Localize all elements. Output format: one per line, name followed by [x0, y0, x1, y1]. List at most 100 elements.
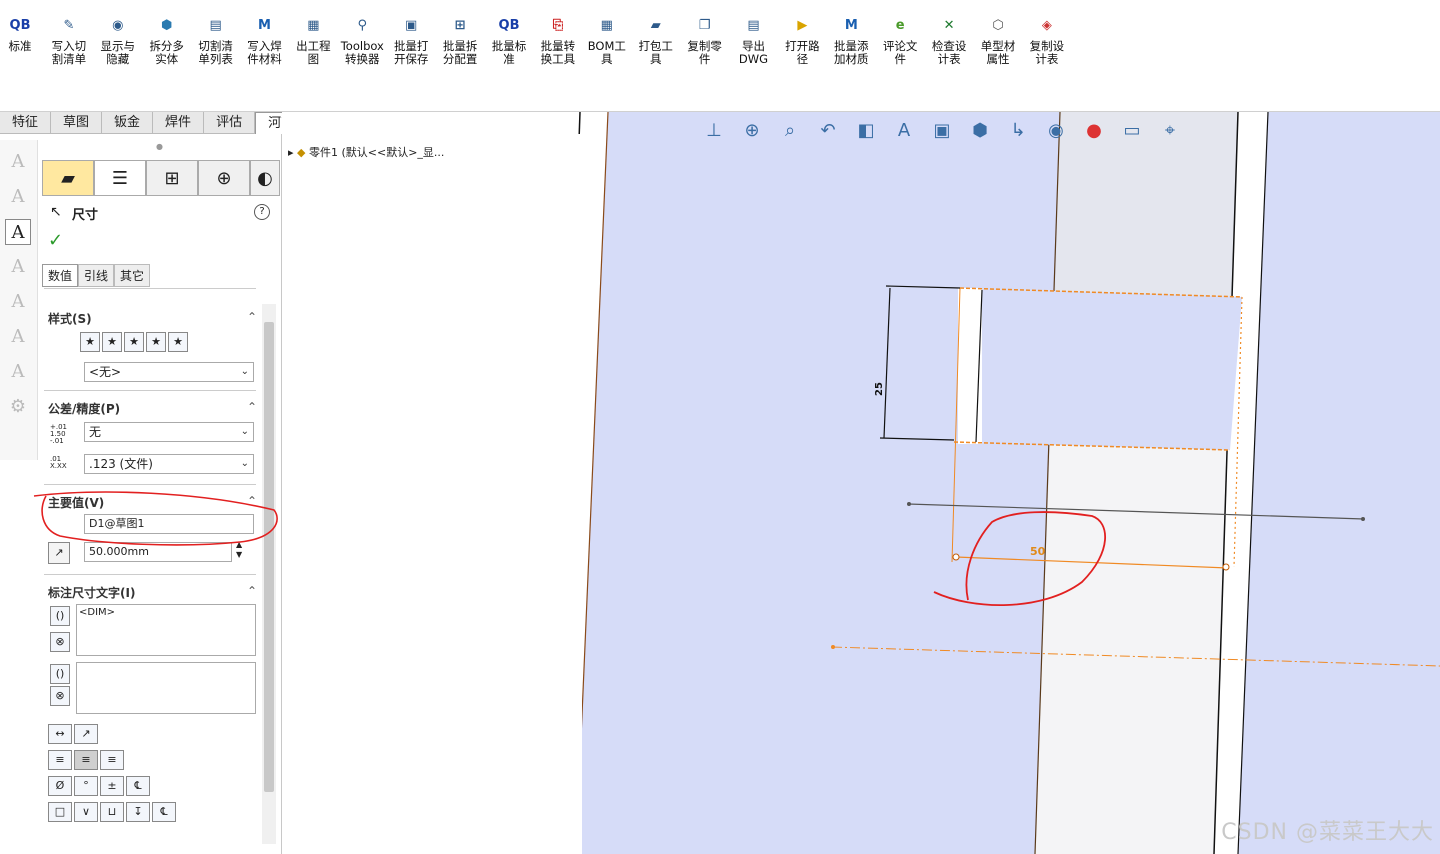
depth-icon[interactable]: ↧	[126, 802, 150, 822]
display-manager-tab-icon[interactable]: ◐	[250, 160, 280, 196]
view-orientation-icon[interactable]: ⊥	[700, 116, 728, 144]
subtab-leaders[interactable]: 引线	[78, 264, 115, 287]
panel-grip[interactable]: ●	[156, 142, 163, 151]
smart-dimension-icon[interactable]: A	[5, 149, 31, 175]
property-manager-tab-icon[interactable]: ☰	[94, 160, 146, 196]
collapse-caret-icon[interactable]: ⌃	[247, 400, 257, 414]
tab-weldments[interactable]: 焊件	[153, 112, 205, 134]
ribbon-button-14[interactable]: ❐ 复制零 件	[681, 8, 729, 66]
horizontal-dimension-icon[interactable]: A	[5, 184, 31, 210]
tab-sketch[interactable]: 草图	[51, 112, 103, 134]
baseline-dimension-icon[interactable]: A	[5, 254, 31, 280]
section-view-icon[interactable]: ◧	[852, 116, 880, 144]
subtab-value[interactable]: 数值	[42, 264, 79, 287]
primary-name-field[interactable]: D1@草图1	[84, 514, 254, 534]
style-section-title[interactable]: 样式(S)	[48, 310, 92, 327]
square-symbol-icon[interactable]: □	[48, 802, 72, 822]
dimension-arrow-icon[interactable]: ↗	[48, 542, 70, 564]
collapse-caret-icon[interactable]: ⌃	[247, 494, 257, 508]
ribbon-button-16[interactable]: ▶ 打开路 径	[778, 8, 826, 66]
previous-view-icon[interactable]: ↶	[814, 116, 842, 144]
tab-features[interactable]: 特征	[0, 112, 52, 134]
delete-style-icon[interactable]: ★	[124, 332, 144, 352]
dimension-text-area[interactable]: <DIM>	[76, 604, 256, 656]
degree-symbol-icon[interactable]: °	[74, 776, 98, 796]
ribbon-button-18[interactable]: e 评论文 件	[876, 8, 924, 66]
ordinate-dimension-icon[interactable]: A	[5, 289, 31, 315]
tree-item-part[interactable]: ▸ ◆ 零件1 (默认<<默认>_显...	[288, 144, 444, 160]
ribbon-button-21[interactable]: ◈ 复制设 计表	[1023, 8, 1071, 66]
feature-manager-tab-icon[interactable]: ▰	[42, 160, 94, 196]
dimension-text-area-2[interactable]	[76, 662, 256, 714]
countersink-icon[interactable]: ∨	[74, 802, 98, 822]
ribbon-button-11[interactable]: ⎘ 批量转 换工具	[534, 8, 582, 66]
align-left-icon[interactable]: ≡	[48, 750, 72, 770]
dynamic-annotation-icon[interactable]: A	[890, 116, 918, 144]
ok-check-icon[interactable]: ✓	[48, 230, 63, 251]
zoom-to-fit-icon[interactable]: ⊕	[738, 116, 766, 144]
precision-select[interactable]: .123 (文件) ⌄	[84, 454, 254, 474]
tab-sheet-metal[interactable]: 钣金	[102, 112, 154, 134]
center-dimension-icon[interactable]: ↔	[48, 724, 72, 744]
ribbon-button-9[interactable]: ⊞ 批量拆 分配置	[436, 8, 484, 66]
hide-show-eye-icon[interactable]: ◉	[1042, 116, 1070, 144]
pm-scrollbar[interactable]	[262, 304, 276, 844]
ribbon-button-7[interactable]: ⚲ Toolbox 转换器	[338, 8, 386, 66]
plus-minus-icon[interactable]: ±	[100, 776, 124, 796]
align-right-icon[interactable]: ≡	[100, 750, 124, 770]
edit-appearance-icon[interactable]: ●	[1080, 116, 1108, 144]
collapse-caret-icon[interactable]: ⌃	[247, 584, 257, 598]
ribbon-button-1[interactable]: ✎ 写入切 割清单	[45, 8, 93, 66]
ribbon-button-5[interactable]: M 写入焊 件材料	[241, 8, 289, 66]
ribbon-button-15[interactable]: ▤ 导出 DWG	[730, 8, 778, 66]
add-style-icon[interactable]: ★	[102, 332, 122, 352]
pm-scroll-thumb[interactable]	[264, 322, 274, 792]
ribbon-button-0[interactable]: QB 标准	[0, 8, 44, 53]
primary-value-section-title[interactable]: 主要值(V)	[48, 494, 104, 511]
tolerance-select[interactable]: 无 ⌄	[84, 422, 254, 442]
dimension-active-icon[interactable]: A	[5, 219, 31, 245]
configuration-manager-tab-icon[interactable]: ⊞	[146, 160, 198, 196]
style-select[interactable]: <无> ⌄	[84, 362, 254, 382]
expand-arrow-icon[interactable]: ▸	[288, 146, 294, 159]
apply-scene-icon[interactable]: ▭	[1118, 116, 1146, 144]
save-style-icon[interactable]: ★	[146, 332, 166, 352]
diameter-symbol-icon[interactable]: Ø	[48, 776, 72, 796]
inspection-dimension-icon[interactable]: ⊗	[50, 632, 70, 652]
load-style-icon[interactable]: ★	[168, 332, 188, 352]
ribbon-button-8[interactable]: ▣ 批量打 开保存	[387, 8, 435, 66]
subtab-other[interactable]: 其它	[114, 264, 151, 287]
ribbon-button-10[interactable]: QB 批量标 准	[485, 8, 533, 66]
zoom-to-area-icon[interactable]: ⌕	[776, 116, 804, 144]
tab-evaluate[interactable]: 评估	[204, 112, 256, 134]
dimxpert-icon[interactable]: A	[5, 359, 31, 385]
add-parentheses-icon[interactable]: ()	[50, 606, 70, 626]
apply-style-icon[interactable]: ★	[80, 332, 100, 352]
collapse-caret-icon[interactable]: ⌃	[247, 310, 257, 324]
counterbore-icon[interactable]: ⊔	[100, 802, 124, 822]
align-center-icon[interactable]: ≡	[74, 750, 98, 770]
chamfer-dimension-icon[interactable]: A	[5, 324, 31, 350]
display-style-icon[interactable]: ⬢	[966, 116, 994, 144]
offset-text-icon[interactable]: ↗	[74, 724, 98, 744]
dimension-text-section-title[interactable]: 标注尺寸文字(I)	[48, 584, 135, 601]
centerline-symbol-icon[interactable]: ℄	[126, 776, 150, 796]
more-symbols-icon[interactable]: ℄	[152, 802, 176, 822]
add-parentheses-icon-2[interactable]: ()	[50, 664, 70, 684]
ribbon-button-20[interactable]: ⬡ 单型材 属性	[974, 8, 1022, 66]
view-settings-icon[interactable]: ⌖	[1156, 116, 1184, 144]
ribbon-button-13[interactable]: ▰ 打包工 具	[632, 8, 680, 66]
ribbon-button-17[interactable]: M 批量添 加材质	[827, 8, 875, 66]
view-orientation-dropdown-icon[interactable]: ▣	[928, 116, 956, 144]
ribbon-button-12[interactable]: ▦ BOM工 具	[583, 8, 631, 66]
inspection-dimension-icon-2[interactable]: ⊗	[50, 686, 70, 706]
spin-buttons-icon[interactable]: ▲ ▼	[236, 540, 242, 560]
ribbon-button-3[interactable]: ⬢ 拆分多 实体	[143, 8, 191, 66]
tolerance-section-title[interactable]: 公差/精度(P)	[48, 400, 120, 417]
hide-show-items-icon[interactable]: ↳	[1004, 116, 1032, 144]
dimxpert-manager-tab-icon[interactable]: ⊕	[198, 160, 250, 196]
path-length-icon[interactable]: ⚙	[5, 394, 31, 420]
ribbon-button-2[interactable]: ◉ 显示与 隐藏	[94, 8, 142, 66]
ribbon-button-4[interactable]: ▤ 切割清 单列表	[192, 8, 240, 66]
primary-value-field[interactable]: 50.000mm	[84, 542, 232, 562]
